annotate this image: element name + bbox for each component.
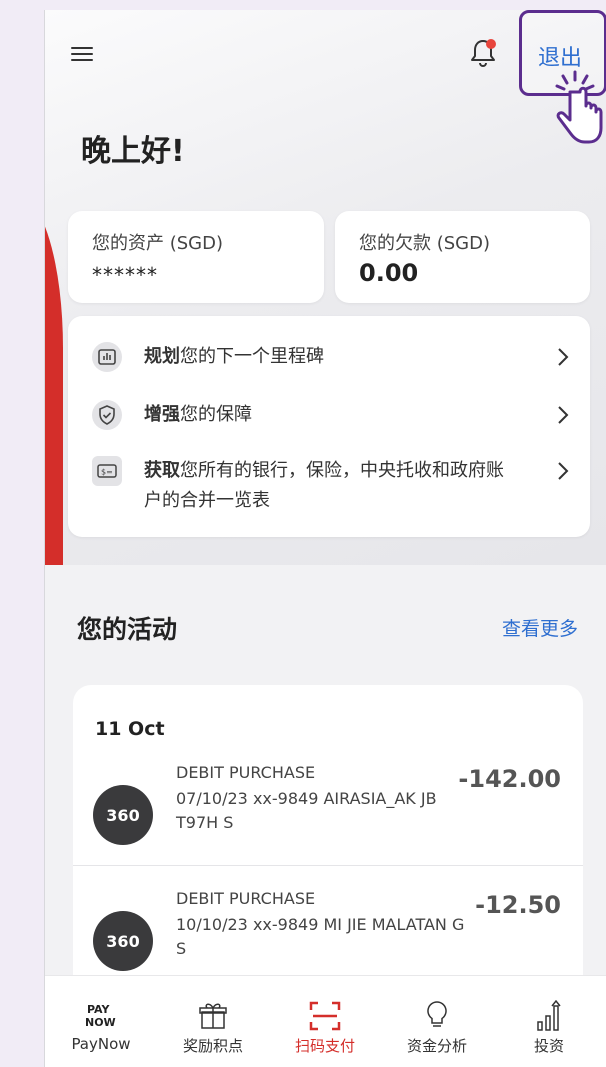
tab-label: 扫码支付 bbox=[294, 1037, 355, 1055]
account-badge: 360 bbox=[93, 911, 153, 971]
tab-scan-pay[interactable]: 扫码支付 bbox=[269, 976, 381, 1067]
money-icon: $= bbox=[92, 456, 122, 486]
debts-value: 0.00 bbox=[359, 259, 419, 287]
quick-link-plan[interactable]: 规划您的下一个里程碑 bbox=[92, 342, 569, 372]
transaction-type: DEBIT PURCHASE bbox=[176, 889, 316, 908]
quick-link-bold: 规划 bbox=[144, 346, 180, 367]
quick-link-text: 您的保障 bbox=[180, 404, 252, 425]
chevron-right-icon bbox=[558, 348, 569, 366]
decorative-red-arc bbox=[45, 195, 63, 565]
assets-card[interactable]: 您的资产 (SGD) ****** bbox=[68, 211, 324, 303]
divider bbox=[73, 865, 583, 866]
debts-card[interactable]: 您的欠款 (SGD) 0.00 bbox=[335, 211, 590, 303]
chart-icon bbox=[92, 342, 122, 372]
chevron-right-icon bbox=[558, 462, 569, 480]
tab-invest[interactable]: 投资 bbox=[493, 976, 605, 1067]
tab-insights[interactable]: 资金分析 bbox=[381, 976, 493, 1067]
notification-bell-icon[interactable] bbox=[468, 37, 498, 69]
quick-link-protect[interactable]: 增强您的保障 bbox=[92, 400, 569, 430]
svg-text:PAY: PAY bbox=[87, 1003, 111, 1016]
transaction-row[interactable]: 360 DEBIT PURCHASE 10/10/23 xx-9849 MI J… bbox=[73, 871, 583, 991]
transaction-amount: -12.50 bbox=[475, 891, 561, 919]
tab-rewards[interactable]: 奖励积点 bbox=[157, 976, 269, 1067]
transaction-row[interactable]: 360 DEBIT PURCHASE 07/10/23 xx-9849 AIRA… bbox=[73, 745, 583, 865]
quick-link-text: 您所有的银行，保险，中央托收和政府账户的合并一览表 bbox=[144, 460, 504, 511]
see-more-link[interactable]: 查看更多 bbox=[502, 614, 578, 641]
menu-icon[interactable] bbox=[71, 44, 93, 66]
lightbulb-icon bbox=[381, 998, 493, 1034]
tab-label: 资金分析 bbox=[406, 1037, 467, 1055]
activity-date: 11 Oct bbox=[95, 718, 165, 740]
transaction-description: 07/10/23 xx-9849 AIRASIA_AK JB T97H S bbox=[176, 789, 437, 832]
logout-button[interactable]: 退出 bbox=[538, 40, 582, 72]
tab-paynow[interactable]: PAY NOW PayNow bbox=[45, 976, 157, 1067]
invest-chart-icon bbox=[493, 998, 605, 1034]
scan-icon bbox=[269, 998, 381, 1034]
transaction-amount: -142.00 bbox=[458, 765, 561, 793]
tab-label: PayNow bbox=[71, 1035, 131, 1053]
svg-text:NOW: NOW bbox=[85, 1016, 116, 1029]
paynow-icon: PAY NOW bbox=[45, 998, 157, 1034]
account-badge: 360 bbox=[93, 785, 153, 845]
transaction-description: 10/10/23 xx-9849 MI JIE MALATAN G S bbox=[176, 915, 465, 958]
greeting-title: 晚上好! bbox=[81, 134, 185, 169]
quick-link-bold: 增强 bbox=[144, 404, 180, 425]
pointer-hand-icon bbox=[555, 70, 603, 144]
shield-icon bbox=[92, 400, 122, 430]
assets-label: 您的资产 (SGD) bbox=[92, 233, 224, 254]
assets-value: ****** bbox=[92, 263, 158, 287]
chevron-right-icon bbox=[558, 406, 569, 424]
debts-label: 您的欠款 (SGD) bbox=[359, 233, 491, 254]
app-screen: 退出 晚上好! 您的资产 (SGD) ****** 您的欠款 (SGD) 0.0… bbox=[44, 10, 606, 1067]
quick-links-card: 规划您的下一个里程碑 增强您的保障 $= 获取您所有的银行，保险，中央托收和政府… bbox=[68, 316, 590, 537]
tab-label: 投资 bbox=[533, 1037, 564, 1055]
tab-label: 奖励积点 bbox=[182, 1037, 243, 1055]
svg-text:$=: $= bbox=[101, 468, 113, 477]
activity-title: 您的活动 bbox=[77, 615, 178, 644]
hero-section: 退出 晚上好! 您的资产 (SGD) ****** 您的欠款 (SGD) 0.0… bbox=[45, 10, 606, 565]
quick-link-bold: 获取 bbox=[144, 460, 180, 481]
quick-link-text: 您的下一个里程碑 bbox=[180, 346, 324, 367]
gift-icon bbox=[157, 998, 269, 1034]
transaction-type: DEBIT PURCHASE bbox=[176, 763, 316, 782]
quick-link-overview[interactable]: $= 获取您所有的银行，保险，中央托收和政府账户的合并一览表 bbox=[92, 456, 569, 516]
bottom-tab-bar: PAY NOW PayNow 奖励积点 扫码支付 资金分析 投资 bbox=[45, 975, 606, 1067]
